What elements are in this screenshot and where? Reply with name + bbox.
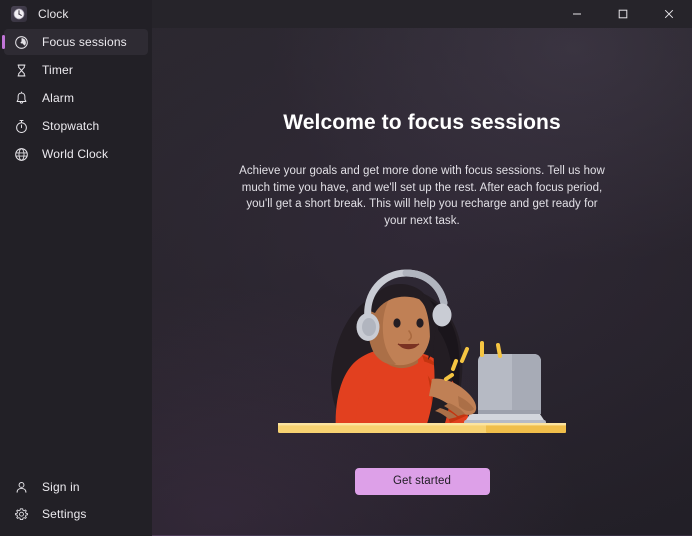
title-bar: Clock bbox=[0, 0, 692, 28]
page-title: Welcome to focus sessions bbox=[283, 111, 561, 134]
globe-icon bbox=[13, 146, 29, 162]
app-title: Clock bbox=[38, 7, 69, 21]
navigation-list: Focus sessions Timer Alarm Stopwatch Wor… bbox=[0, 28, 152, 168]
sidebar-item-settings[interactable]: Settings bbox=[4, 501, 148, 527]
sidebar-item-world-clock[interactable]: World Clock bbox=[4, 141, 148, 167]
title-bar-left: Clock bbox=[0, 0, 152, 28]
minimize-button[interactable] bbox=[554, 0, 600, 28]
hourglass-icon bbox=[13, 62, 29, 78]
sidebar-item-sign-in[interactable]: Sign in bbox=[4, 474, 148, 500]
person-at-laptop-illustration bbox=[272, 257, 572, 442]
bell-icon bbox=[13, 90, 29, 106]
maximize-button[interactable] bbox=[600, 0, 646, 28]
stopwatch-icon bbox=[13, 118, 29, 134]
sidebar-item-label: Alarm bbox=[42, 91, 75, 105]
sidebar-item-label: Stopwatch bbox=[42, 119, 100, 133]
sidebar-item-focus-sessions[interactable]: Focus sessions bbox=[4, 29, 148, 55]
sidebar-item-label: World Clock bbox=[42, 147, 109, 161]
sidebar-item-stopwatch[interactable]: Stopwatch bbox=[4, 113, 148, 139]
cta-container: Get started bbox=[354, 467, 490, 495]
navigation-sidebar: Focus sessions Timer Alarm Stopwatch Wor… bbox=[0, 28, 152, 536]
focus-sessions-icon bbox=[13, 34, 29, 50]
sidebar-item-alarm[interactable]: Alarm bbox=[4, 85, 148, 111]
clock-app-icon bbox=[11, 6, 27, 22]
person-icon bbox=[13, 479, 29, 495]
get-started-button[interactable]: Get started bbox=[354, 467, 490, 495]
sidebar-item-label: Settings bbox=[42, 507, 87, 521]
main-content: Welcome to focus sessions Achieve your g… bbox=[152, 28, 692, 536]
page-description: Achieve your goals and get more done wit… bbox=[239, 165, 605, 227]
sidebar-item-label: Sign in bbox=[42, 480, 80, 494]
navigation-bottom-list: Sign in Settings bbox=[0, 473, 152, 536]
title-bar-drag-area[interactable] bbox=[152, 0, 554, 28]
sidebar-item-label: Focus sessions bbox=[42, 35, 127, 49]
sidebar-item-timer[interactable]: Timer bbox=[4, 57, 148, 83]
gear-icon bbox=[13, 506, 29, 522]
window-body: Focus sessions Timer Alarm Stopwatch Wor… bbox=[0, 28, 692, 536]
close-button[interactable] bbox=[646, 0, 692, 28]
window-controls bbox=[554, 0, 692, 28]
clock-app-window: Clock Focus sessions Timer Alarm Stopwat… bbox=[0, 0, 692, 536]
sidebar-item-label: Timer bbox=[42, 63, 73, 77]
